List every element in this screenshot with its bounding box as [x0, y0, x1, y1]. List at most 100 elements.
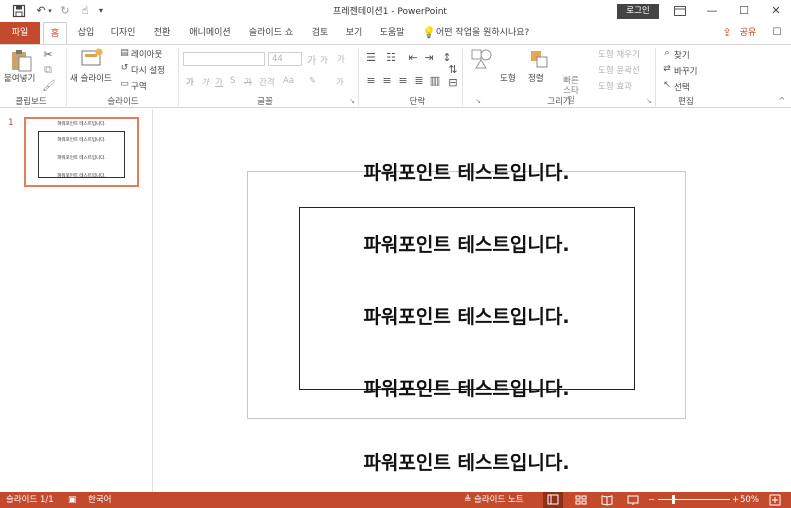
paste-icon[interactable] — [8, 48, 34, 74]
align-right-icon[interactable]: ≡ — [396, 74, 410, 87]
slide-sorter-icon[interactable] — [574, 492, 588, 508]
minimize-icon[interactable]: — — [696, 0, 728, 22]
select-button[interactable]: 선택 — [674, 81, 690, 93]
save-icon[interactable] — [12, 4, 26, 18]
font-shrink-button[interactable]: 가 — [320, 54, 328, 66]
tell-me-search[interactable]: 어떤 작업을 원하시나요? — [436, 22, 536, 44]
group-label-clipboard: 클립보드 — [15, 97, 47, 107]
layout-icon: ▤ — [120, 48, 129, 58]
shadow-button[interactable]: S — [230, 76, 235, 86]
thumbnail-text-line: 파워포인트 테스트입니다. — [57, 122, 106, 127]
increase-indent-icon[interactable]: ⇥ — [422, 51, 436, 64]
shape-effects-button[interactable]: 도형 효과 — [598, 80, 632, 92]
drawing-dialog-launcher-icon[interactable]: ↘ — [645, 97, 653, 105]
share-icon[interactable]: ⇪ — [720, 22, 734, 44]
font-size-select[interactable]: 44 — [268, 52, 302, 66]
font-dialog-launcher-icon[interactable]: ↘ — [348, 97, 356, 105]
close-icon[interactable]: ✕ — [760, 0, 791, 22]
normal-view-button[interactable] — [543, 492, 563, 508]
columns-icon[interactable]: ▥ — [428, 74, 442, 87]
change-case-button[interactable]: Aa — [283, 76, 294, 86]
shape-fill-button[interactable]: 도형 채우기 — [598, 48, 640, 60]
highlight-icon[interactable]: ✎ — [309, 76, 316, 86]
clear-formatting-button[interactable]: 가 — [337, 53, 345, 65]
underline-button[interactable]: 가 — [215, 76, 223, 88]
bullets-icon[interactable]: ☰ — [364, 51, 378, 64]
slide-text-line[interactable]: 파워포인트 테스트입니다. — [247, 302, 686, 329]
slide-text-line[interactable]: 파워포인트 테스트입니다. — [247, 158, 686, 185]
layout-button[interactable]: 레이아웃 — [131, 48, 162, 60]
notes-icon: ≜ — [464, 495, 472, 505]
tab-insert[interactable]: 삽입 — [72, 22, 100, 44]
fit-to-window-icon[interactable] — [768, 492, 782, 508]
shape-outline-button[interactable]: 도형 윤곽선 — [598, 64, 640, 76]
shapes-gallery-icon[interactable] — [470, 48, 494, 72]
section-button[interactable]: 구역 — [131, 80, 147, 92]
redo-icon[interactable]: ↻ — [58, 4, 72, 18]
tab-help[interactable]: 도움말 — [376, 22, 408, 44]
arrange-icon[interactable] — [528, 48, 550, 72]
font-grow-button[interactable]: 가 — [307, 52, 316, 67]
customize-qat-icon[interactable]: ▾ — [96, 4, 106, 18]
numbering-icon[interactable]: ☷ — [384, 51, 398, 64]
format-painter-icon[interactable]: 🖌 — [42, 79, 56, 92]
character-spacing-button[interactable]: 간격 — [259, 76, 275, 88]
align-text-icon[interactable]: ⊟ — [446, 76, 460, 89]
spelling-icon[interactable]: ▣ — [68, 492, 77, 508]
bold-button[interactable]: 가 — [186, 76, 194, 88]
group-label-paragraph: 단락 — [409, 97, 426, 107]
shapes-button[interactable]: 도형 — [500, 72, 516, 84]
zoom-slider[interactable] — [658, 499, 730, 500]
slideshow-view-icon[interactable] — [626, 492, 640, 508]
copy-icon[interactable]: ⧉ — [42, 63, 54, 77]
tab-home[interactable]: 홈 — [43, 22, 67, 45]
section-icon: ▭ — [120, 79, 129, 89]
maximize-icon[interactable]: ☐ — [728, 0, 760, 22]
zoom-out-icon[interactable]: − — [648, 492, 655, 508]
zoom-slider-thumb[interactable] — [672, 495, 675, 504]
thumbnail-text-line: 파워포인트 테스트입니다. — [57, 138, 106, 143]
align-left-icon[interactable]: ≡ — [364, 74, 378, 87]
share-button[interactable]: 공유 — [736, 22, 760, 44]
replace-button[interactable]: 바꾸기 — [674, 65, 697, 77]
language-indicator[interactable]: 한국어 — [88, 492, 111, 508]
strikethrough-button[interactable]: 가 — [244, 76, 252, 88]
slide-text-line[interactable]: 파워포인트 테스트입니다. — [247, 230, 686, 257]
tab-transitions[interactable]: 전환 — [148, 22, 176, 44]
tab-slideshow[interactable]: 슬라이드 쇼 — [244, 22, 298, 44]
group-label-editing: 편집 — [678, 97, 694, 107]
undo-dropdown-icon[interactable]: ▾ — [46, 4, 54, 18]
cut-icon[interactable]: ✂ — [42, 48, 54, 61]
font-color-button[interactable]: 가 — [336, 76, 344, 88]
reset-button[interactable]: 다시 설정 — [131, 64, 165, 76]
find-button[interactable]: 찾기 — [674, 49, 690, 61]
group-label-slides: 슬라이드 — [107, 97, 139, 107]
tab-view[interactable]: 보기 — [340, 22, 368, 44]
slide-text-line[interactable]: 파워포인트 테스트입니다. — [247, 448, 686, 475]
tab-design[interactable]: 디자인 — [106, 22, 140, 44]
paste-button[interactable]: 붙여넣기 — [4, 72, 35, 84]
align-center-icon[interactable]: ≡ — [380, 74, 394, 87]
tab-review[interactable]: 검토 — [306, 22, 334, 44]
font-name-select[interactable] — [183, 52, 265, 66]
decrease-indent-icon[interactable]: ⇤ — [406, 51, 420, 64]
italic-button[interactable]: 가 — [201, 76, 209, 88]
text-direction-icon[interactable]: ⇅ — [446, 63, 460, 76]
new-slide-icon[interactable] — [80, 48, 104, 72]
arrange-button[interactable]: 정렬 — [528, 72, 544, 84]
login-button[interactable]: 로그인 — [617, 4, 659, 19]
tab-file[interactable]: 파일 — [0, 22, 40, 44]
notes-button[interactable]: 슬라이드 노트 — [474, 492, 524, 508]
zoom-in-icon[interactable]: + — [732, 492, 739, 508]
tab-animations[interactable]: 애니메이션 — [184, 22, 236, 44]
comments-icon[interactable]: ☐ — [770, 22, 784, 44]
zoom-level[interactable]: 50% — [740, 492, 759, 508]
ribbon-display-options-icon[interactable] — [664, 0, 696, 22]
select-icon: ↖ — [663, 80, 671, 90]
new-slide-button[interactable]: 새 슬라이드 — [70, 72, 112, 84]
justify-icon[interactable]: ≣ — [412, 74, 426, 87]
slide-text-line[interactable]: 파워포인트 테스트입니다. — [247, 374, 686, 401]
reading-view-icon[interactable] — [600, 492, 614, 508]
touch-mode-icon[interactable]: ☝ — [78, 4, 92, 18]
collapse-ribbon-icon[interactable]: ^ — [777, 96, 787, 105]
